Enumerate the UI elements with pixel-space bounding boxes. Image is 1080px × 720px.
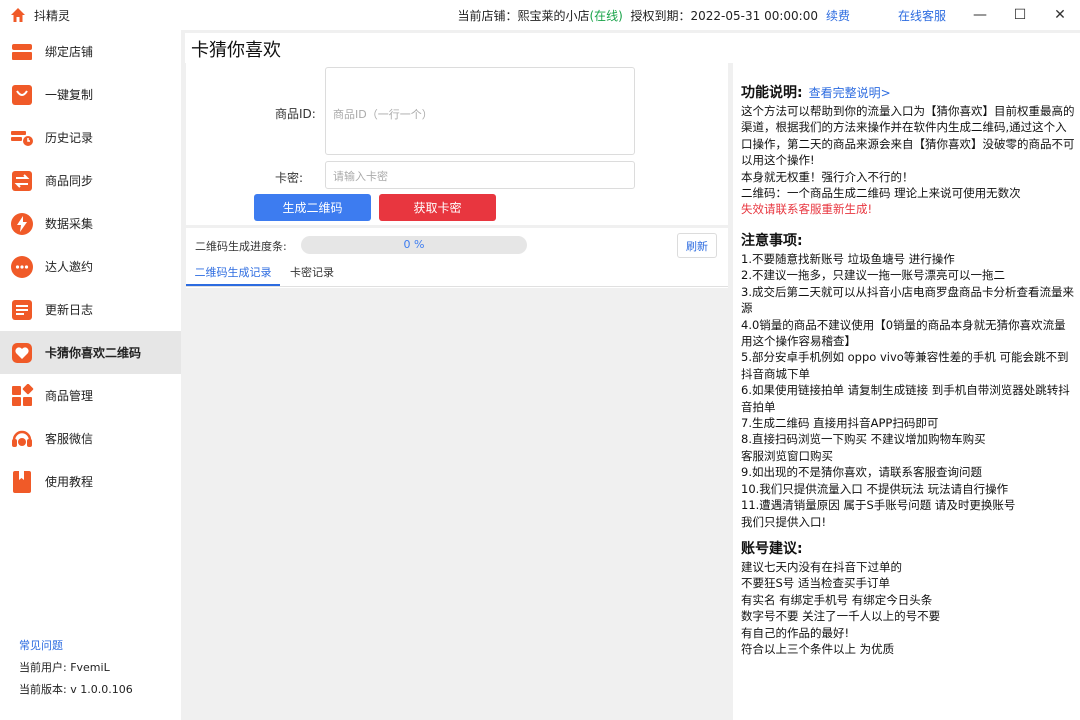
feature-body: 这个方法可以帮助到你的流量入口为【猜你喜欢】目前权重最高的渠道，根据我们的方法来…	[741, 104, 1075, 201]
sidebar-item-label: 达人邀约	[45, 260, 94, 274]
faq-link[interactable]: 常见问题	[19, 635, 133, 657]
store-icon	[12, 43, 32, 60]
notes-body: 1.不要随意找新账号 垃圾鱼塘号 进行操作 2.不建议一拖多，只建议一拖一账号漂…	[741, 252, 1074, 529]
generate-qr-button[interactable]: 生成二维码	[254, 194, 371, 221]
sidebar: 绑定店铺 一键复制 历史记录 商品同步 数据采集 达人邀约 更新日志 卡猜你喜欢…	[0, 30, 181, 720]
sync-icon	[12, 170, 32, 191]
expiry-value: 2022-05-31 00:00:00	[690, 8, 818, 23]
sidebar-item-data-collection[interactable]: 数据采集	[0, 202, 181, 245]
current-store-info: 当前店铺：熙宝莱的小店(在线) 授权到期：2022-05-31 00:00:00	[457, 7, 818, 24]
feature-description: 功能说明: 查看完整说明> 这个方法可以帮助到你的流量入口为【猜你喜欢】目前权重最…	[741, 83, 1077, 218]
online-support-link[interactable]: 在线客服	[898, 7, 946, 24]
bookmark-icon	[13, 470, 31, 493]
store-online-status: (在线)	[589, 8, 623, 23]
headset-icon	[12, 430, 32, 447]
current-version: 当前版本: v 1.0.0.106	[19, 683, 133, 696]
account-advice-heading: 账号建议:	[741, 541, 803, 557]
sidebar-item-product-management[interactable]: 商品管理	[0, 374, 181, 417]
notes-section: 注意事项: 1.不要随意找新账号 垃圾鱼塘号 进行操作 2.不建议一拖多，只建议…	[741, 231, 1077, 530]
close-button[interactable]: ✕	[1040, 0, 1080, 30]
account-advice-section: 账号建议: 建议七天内没有在抖音下过单的 不要狂S号 适当检查买手订单 有实名 …	[741, 539, 1077, 657]
product-id-label: 商品ID:	[275, 107, 316, 121]
sidebar-item-label: 客服微信	[45, 432, 94, 446]
sidebar-item-tutorial[interactable]: 使用教程	[0, 460, 181, 503]
sidebar-item-influencer-invite[interactable]: 达人邀约	[0, 245, 181, 288]
window-controls: — ☐ ✕	[960, 0, 1080, 30]
store-label: 当前店铺：	[457, 8, 518, 23]
account-advice-body: 建议七天内没有在抖音下过单的 不要狂S号 适当检查买手订单 有实名 有绑定手机号…	[741, 560, 941, 657]
page-title: 卡猜你喜欢	[191, 40, 281, 61]
refresh-button[interactable]: 刷新	[677, 233, 717, 258]
sidebar-item-label: 更新日志	[45, 303, 94, 317]
kami-input[interactable]: 请输入卡密	[325, 161, 635, 189]
tabs-divider	[186, 286, 728, 287]
sidebar-item-update-log[interactable]: 更新日志	[0, 288, 181, 331]
progress-text: 0 %	[403, 238, 425, 251]
sidebar-item-product-sync[interactable]: 商品同步	[0, 159, 181, 202]
sidebar-item-customer-service-wechat[interactable]: 客服微信	[0, 417, 181, 460]
progress-bar: 0 %	[301, 236, 527, 254]
app-logo-icon	[11, 8, 25, 22]
form-card: 商品ID: 商品ID（一行一个） 卡密: 请输入卡密 生成二维码 获取卡密	[186, 63, 728, 225]
maximize-button[interactable]: ☐	[1000, 0, 1040, 30]
log-list-icon	[12, 299, 32, 320]
minimize-button[interactable]: —	[960, 0, 1000, 30]
grid-manage-icon	[12, 383, 34, 406]
app-title: 抖精灵	[34, 8, 71, 23]
sidebar-item-label: 数据采集	[45, 217, 94, 231]
sidebar-item-label: 使用教程	[45, 475, 94, 489]
sidebar-item-label: 商品同步	[45, 174, 94, 188]
expiry-label: 授权到期：	[630, 8, 691, 23]
sidebar-item-one-click-copy[interactable]: 一键复制	[0, 73, 181, 116]
progress-area: 二维码生成进度条: 0 % 刷新 二维码生成记录 卡密记录	[186, 228, 728, 288]
sidebar-footer: 常见问题 当前用户: FvemiL 当前版本: v 1.0.0.106	[19, 635, 133, 701]
sidebar-item-label: 历史记录	[45, 131, 94, 145]
kami-label: 卡密:	[275, 171, 304, 185]
title-bar: 抖精灵 当前店铺：熙宝莱的小店(在线) 授权到期：2022-05-31 00:0…	[0, 0, 1080, 30]
chat-bubble-icon	[11, 255, 33, 278]
feature-warning: 失效请联系客服重新生成!	[741, 202, 873, 217]
get-kami-button[interactable]: 获取卡密	[379, 194, 496, 221]
heart-icon	[12, 342, 32, 363]
history-icon	[11, 130, 33, 146]
sidebar-item-label: 绑定店铺	[45, 45, 94, 59]
sidebar-item-history[interactable]: 历史记录	[0, 116, 181, 159]
copy-bag-icon	[12, 84, 32, 105]
info-panel: 功能说明: 查看完整说明> 这个方法可以帮助到你的流量入口为【猜你喜欢】目前权重最…	[733, 63, 1080, 720]
sidebar-item-label: 商品管理	[45, 389, 94, 403]
renew-link[interactable]: 续费	[826, 7, 850, 24]
tab-kami-records[interactable]: 卡密记录	[290, 264, 334, 286]
progress-label: 二维码生成进度条:	[195, 240, 287, 253]
view-full-description-link[interactable]: 查看完整说明>	[809, 86, 891, 100]
sidebar-item-label: 一键复制	[45, 88, 94, 102]
lightning-icon	[11, 212, 33, 235]
records-panel: 二维码生成进度条: 0 % 刷新 二维码生成记录 卡密记录	[186, 228, 728, 720]
sidebar-item-guess-you-like-qr[interactable]: 卡猜你喜欢二维码	[0, 331, 181, 374]
current-user: 当前用户: FvemiL	[19, 661, 110, 674]
sidebar-item-label: 卡猜你喜欢二维码	[45, 346, 142, 360]
notes-heading: 注意事项:	[741, 233, 803, 249]
main-header: 卡猜你喜欢	[185, 33, 1080, 63]
sidebar-item-bind-store[interactable]: 绑定店铺	[0, 30, 181, 73]
product-id-input[interactable]: 商品ID（一行一个）	[325, 67, 635, 155]
feature-heading-text: 功能说明:	[741, 85, 803, 101]
tab-qr-records[interactable]: 二维码生成记录	[186, 264, 280, 286]
title-bar-right: 当前店铺：熙宝莱的小店(在线) 授权到期：2022-05-31 00:00:00…	[457, 0, 1080, 30]
store-name: 熙宝莱的小店	[517, 8, 590, 23]
feature-heading: 功能说明: 查看完整说明>	[741, 83, 1077, 103]
